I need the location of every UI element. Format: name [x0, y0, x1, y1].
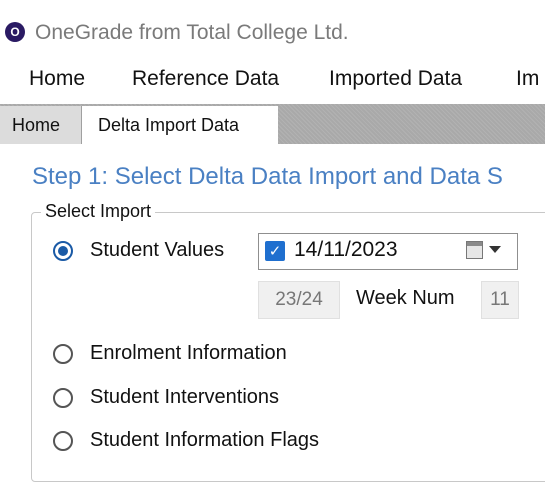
step-title: Step 1: Select Delta Data Import and Dat…	[32, 163, 503, 190]
date-enabled-checkbox[interactable]: ✓	[265, 241, 285, 261]
academic-year-field: 23/24	[258, 281, 340, 319]
group-label: Select Import	[41, 201, 156, 222]
chevron-down-icon[interactable]	[489, 246, 501, 253]
tab-home[interactable]: Home	[0, 106, 82, 144]
calendar-icon[interactable]	[466, 241, 483, 259]
radio-label-enrolment-information[interactable]: Enrolment Information	[90, 342, 287, 365]
menu-item-reference-data[interactable]: Reference Data	[132, 67, 279, 91]
week-num-field: 11	[481, 281, 519, 319]
radio-student-information-flags[interactable]	[53, 431, 73, 451]
radio-student-interventions[interactable]	[53, 388, 73, 408]
radio-label-student-interventions[interactable]: Student Interventions	[90, 386, 279, 409]
window-title: OneGrade from Total College Ltd.	[35, 21, 349, 44]
menu-item-home[interactable]: Home	[29, 67, 85, 91]
app-logo-icon: O	[5, 22, 25, 42]
radio-enrolment-information[interactable]	[53, 344, 73, 364]
week-num-label: Week Num	[356, 287, 455, 309]
menu-item-import[interactable]: Im	[516, 67, 539, 91]
radio-label-student-information-flags[interactable]: Student Information Flags	[90, 429, 319, 452]
tab-delta-import-data[interactable]: Delta Import Data	[82, 106, 278, 144]
radio-label-student-values[interactable]: Student Values	[90, 239, 224, 262]
menu-item-imported-data[interactable]: Imported Data	[329, 67, 462, 91]
date-value[interactable]: 14/11/2023	[294, 238, 398, 262]
radio-student-values[interactable]	[53, 241, 73, 261]
